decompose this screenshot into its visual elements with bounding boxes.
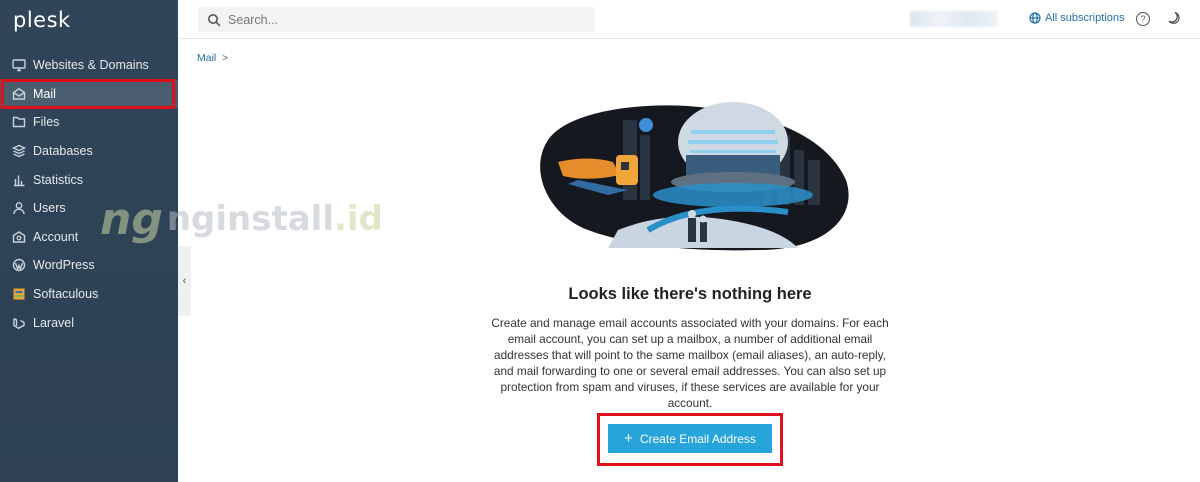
sidebar-item-account[interactable]: Account — [0, 223, 178, 252]
bar-chart-icon — [12, 173, 26, 187]
plus-icon: + — [624, 430, 633, 447]
sidebar-collapse-button[interactable]: ‹ — [178, 246, 191, 316]
sidebar-item-label: Websites & Domains — [33, 58, 149, 73]
sidebar-item-label: Databases — [33, 144, 93, 159]
sidebar-nav: Websites & Domains Mail Files Databases … — [0, 51, 178, 337]
watermark-text: nginstall.id — [166, 199, 383, 239]
breadcrumb: Mail > — [197, 52, 228, 64]
sidebar-item-websites-domains[interactable]: Websites & Domains — [0, 51, 178, 80]
softaculous-icon — [12, 287, 26, 301]
plesk-logo[interactable]: plesk — [13, 8, 71, 32]
sidebar-item-label: Statistics — [33, 172, 84, 187]
create-email-address-button[interactable]: + Create Email Address — [608, 424, 772, 453]
account-icon — [12, 230, 26, 244]
sidebar-item-statistics[interactable]: Statistics — [0, 165, 178, 194]
database-icon — [12, 144, 26, 158]
sidebar-item-label: Laravel — [33, 315, 74, 330]
sidebar-item-label: Account — [33, 229, 79, 244]
create-email-address-label: Create Email Address — [639, 431, 756, 446]
empty-state-title: Looks like there's nothing here — [568, 285, 812, 303]
moon-icon[interactable] — [1166, 11, 1180, 25]
sidebar-item-label: Files — [33, 115, 60, 130]
chevron-right-icon: > — [222, 52, 229, 64]
empty-state-description: Create and manage email accounts associa… — [491, 316, 889, 410]
sidebar-item-mail[interactable]: Mail — [0, 78, 178, 109]
sidebar-item-label: Softaculous — [33, 287, 99, 302]
search-input[interactable] — [228, 12, 568, 27]
wordpress-icon — [12, 258, 26, 272]
search-icon — [208, 13, 221, 26]
user-account-menu[interactable] — [910, 11, 998, 27]
top-bar: All subscriptions ? — [178, 0, 1200, 39]
sidebar-item-databases[interactable]: Databases — [0, 137, 178, 166]
laravel-icon — [12, 316, 26, 330]
sidebar-item-label: Users — [33, 201, 66, 216]
sidebar-item-files[interactable]: Files — [0, 108, 178, 137]
sidebar-item-label: WordPress — [33, 258, 95, 273]
monitor-icon — [12, 58, 26, 72]
subscriptions-selector[interactable]: All subscriptions — [1029, 12, 1124, 24]
sidebar: plesk Websites & Domains Mail Files Data… — [0, 0, 178, 482]
user-icon — [12, 201, 26, 215]
folder-icon — [12, 115, 26, 129]
sidebar-item-wordpress[interactable]: WordPress — [0, 251, 178, 280]
mail-icon — [12, 87, 26, 101]
search-box[interactable] — [198, 7, 595, 32]
chevron-left-icon: ‹ — [182, 275, 187, 287]
globe-icon — [1029, 12, 1041, 24]
sidebar-item-label: Mail — [33, 86, 56, 101]
space-city-illustration — [540, 102, 849, 251]
breadcrumb-item-mail[interactable]: Mail — [197, 52, 216, 64]
sidebar-item-softaculous[interactable]: Softaculous — [0, 280, 178, 309]
subscriptions-label: All subscriptions — [1045, 12, 1125, 24]
sidebar-item-laravel[interactable]: Laravel — [0, 308, 178, 337]
help-icon[interactable]: ? — [1136, 12, 1150, 26]
sidebar-item-users[interactable]: Users — [0, 194, 178, 223]
